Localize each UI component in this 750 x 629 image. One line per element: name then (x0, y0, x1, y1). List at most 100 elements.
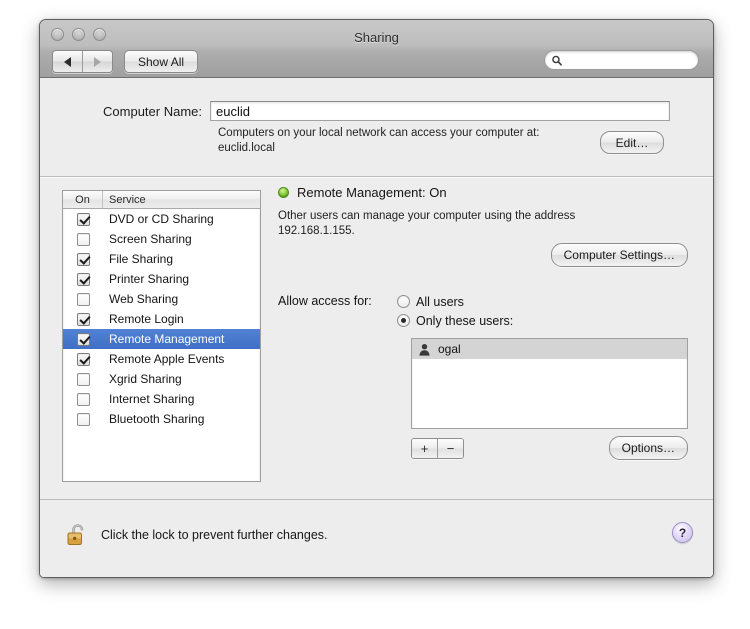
computer-name-row: Computer Name: (40, 101, 670, 121)
radio-only-these-users-label: Only these users: (416, 313, 514, 328)
show-all-button[interactable]: Show All (124, 50, 199, 73)
service-row-checkbox-cell (63, 392, 103, 406)
allowed-user-name: ogal (438, 342, 461, 356)
radio-all-users-label: All users (416, 294, 464, 309)
search-field[interactable] (544, 50, 699, 70)
service-row[interactable]: Web Sharing (63, 289, 260, 309)
service-enable-checkbox[interactable] (76, 352, 90, 366)
service-row-label: Screen Sharing (109, 232, 192, 246)
computer-name-note-line1: Computers on your local network can acce… (218, 127, 540, 139)
service-row-label: Xgrid Sharing (109, 372, 182, 386)
add-remove-user-controls: + − (411, 438, 464, 459)
service-enable-checkbox[interactable] (76, 312, 90, 326)
help-button[interactable]: ? (672, 522, 693, 543)
service-row-label: Printer Sharing (109, 272, 190, 286)
window-titlebar: Sharing Show All (40, 20, 713, 78)
service-enable-checkbox[interactable] (76, 412, 90, 426)
forward-button[interactable] (82, 51, 112, 72)
service-enable-checkbox[interactable] (76, 272, 90, 286)
edit-button[interactable]: Edit… (600, 131, 664, 154)
back-button[interactable] (53, 51, 82, 72)
options-button[interactable]: Options… (608, 436, 688, 460)
lock-open-icon[interactable] (67, 522, 89, 548)
service-row-label: Bluetooth Sharing (109, 412, 205, 426)
service-row[interactable]: Remote Management (63, 329, 260, 349)
column-header-on: On (63, 191, 103, 208)
chevron-left-icon (64, 56, 71, 67)
service-row-checkbox-cell (63, 412, 103, 426)
computer-name-note-line2: euclid.local (218, 141, 275, 154)
service-enable-checkbox[interactable] (76, 392, 90, 406)
service-row-checkbox-cell (63, 352, 103, 366)
services-list[interactable]: On Service DVD or CD Sharing Screen Shari… (62, 190, 261, 482)
service-detail-pane: Remote Management: On Other users can ma… (278, 185, 690, 460)
service-row[interactable]: DVD or CD Sharing (63, 209, 260, 229)
service-status-title: Remote Management: On (297, 185, 447, 200)
column-header-service: Service (109, 193, 146, 206)
service-row-label: Remote Login (109, 312, 184, 326)
service-row[interactable]: Printer Sharing (63, 269, 260, 289)
radio-only-these-users-button[interactable] (397, 314, 410, 327)
allow-access-section: Allow access for: All users Only these u… (278, 292, 690, 460)
radio-all-users[interactable]: All users (397, 292, 690, 311)
services-rows-container: DVD or CD Sharing Screen Sharing File Shar… (63, 209, 260, 429)
chevron-right-icon (94, 56, 101, 67)
toolbar-navigation: Show All (52, 50, 199, 73)
service-row-checkbox-cell (63, 232, 103, 246)
service-row[interactable]: Xgrid Sharing (63, 369, 260, 389)
service-status-row: Remote Management: On (278, 185, 690, 200)
radio-all-users-button[interactable] (397, 295, 410, 308)
search-input[interactable] (565, 54, 691, 66)
service-row-checkbox-cell (63, 212, 103, 226)
allowed-users-list[interactable]: ogal (411, 338, 688, 429)
service-row-checkbox-cell (63, 292, 103, 306)
service-row[interactable]: Internet Sharing (63, 389, 260, 409)
allow-access-label: Allow access for: (278, 294, 372, 308)
allowed-user-row[interactable]: ogal (412, 339, 687, 359)
service-row[interactable]: File Sharing (63, 249, 260, 269)
service-row-label: Web Sharing (109, 292, 179, 306)
service-description: Other users can manage your computer usi… (278, 209, 608, 239)
service-row-label: Remote Apple Events (109, 352, 225, 366)
service-enable-checkbox[interactable] (76, 372, 90, 386)
sharing-preferences-window: Sharing Show All Computer Name: euclid C… (39, 19, 714, 578)
service-enable-checkbox[interactable] (76, 232, 90, 246)
service-enable-checkbox[interactable] (76, 332, 90, 346)
service-enable-checkbox[interactable] (76, 292, 90, 306)
service-row-checkbox-cell (63, 332, 103, 346)
service-row[interactable]: Screen Sharing (63, 229, 260, 249)
computer-name-section: Computer Name: Computers on your local n… (40, 78, 713, 176)
allowed-users-rows-container: ogal (412, 339, 687, 359)
service-row-checkbox-cell (63, 252, 103, 266)
main-content: On Service DVD or CD Sharing Screen Shari… (40, 177, 713, 499)
lock-message: Click the lock to prevent further change… (101, 528, 328, 542)
computer-name-input[interactable] (210, 101, 670, 121)
window-body: Computer Name: Computers on your local n… (40, 78, 713, 577)
service-description-line2: 192.168.1.155. (278, 225, 355, 237)
service-row-checkbox-cell (63, 312, 103, 326)
service-enable-checkbox[interactable] (76, 252, 90, 266)
computer-name-label: Computer Name: (103, 103, 202, 119)
status-indicator-icon (278, 187, 289, 198)
service-enable-checkbox[interactable] (76, 212, 90, 226)
search-icon (552, 55, 562, 66)
back-forward-segmented-control (52, 50, 113, 73)
remove-user-button[interactable]: − (437, 439, 463, 458)
service-row[interactable]: Bluetooth Sharing (63, 409, 260, 429)
window-title: Sharing (354, 30, 399, 45)
lock-row[interactable]: Click the lock to prevent further change… (67, 522, 328, 548)
add-user-button[interactable]: + (412, 439, 437, 458)
service-row-label: DVD or CD Sharing (109, 212, 214, 226)
computer-settings-button[interactable]: Computer Settings… (550, 243, 688, 267)
service-row-label: Internet Sharing (109, 392, 195, 406)
service-row-checkbox-cell (63, 272, 103, 286)
service-row[interactable]: Remote Apple Events (63, 349, 260, 369)
window-footer: Click the lock to prevent further change… (40, 500, 713, 577)
service-row[interactable]: Remote Login (63, 309, 260, 329)
person-icon (419, 343, 430, 356)
radio-only-these-users[interactable]: Only these users: (397, 311, 690, 330)
computer-name-note: Computers on your local network can acce… (218, 126, 540, 155)
service-description-line1: Other users can manage your computer usi… (278, 210, 576, 222)
services-list-header: On Service (63, 191, 260, 209)
service-row-checkbox-cell (63, 372, 103, 386)
